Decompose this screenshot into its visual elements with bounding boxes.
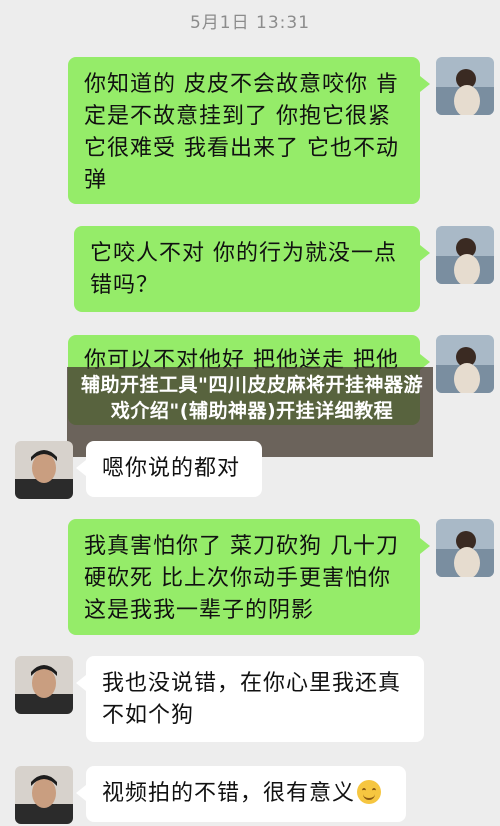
contact-avatar[interactable] (15, 656, 73, 714)
my-avatar[interactable] (436, 519, 494, 577)
smiling-face-icon (357, 780, 382, 804)
message-bubble-sent[interactable]: 你知道的 皮皮不会故意咬你 肯定是不故意挂到了 你抱它很紧 它很难受 我看出来了… (68, 57, 420, 204)
message-bubble-received[interactable]: 嗯你说的都对 (86, 441, 262, 497)
contact-avatar[interactable] (15, 766, 73, 824)
bubble-tail (420, 245, 430, 261)
message-text: 它咬人不对 你的行为就没一点错吗？ (90, 241, 397, 298)
message-text: 我也没说错，在你心里我还真不如个狗 (102, 671, 402, 728)
bubble-tail (76, 460, 86, 476)
overlay-title: 辅助开挂工具"四川皮皮麻将开挂神器游戏介绍"(辅助神器)开挂详细教程 (81, 374, 423, 422)
bubble-tail (420, 76, 430, 92)
my-avatar[interactable] (436, 226, 494, 284)
message-text: 视频拍的不错，很有意义 (102, 781, 356, 806)
my-avatar[interactable] (436, 57, 494, 115)
chat-timestamp: 5月1日 13:31 (189, 13, 311, 33)
message-bubble-received[interactable]: 视频拍的不错，很有意义 (86, 766, 406, 822)
my-avatar[interactable] (436, 335, 494, 393)
bubble-tail (420, 538, 430, 554)
message-text: 嗯你说的都对 (102, 456, 241, 481)
bubble-tail (76, 785, 86, 801)
contact-avatar[interactable] (15, 441, 73, 499)
bubble-tail (76, 675, 86, 691)
message-bubble-sent[interactable]: 我真害怕你了 菜刀砍狗 几十刀硬砍死 比上次你动手更害怕你这是我我一辈子的阴影 (68, 519, 420, 635)
message-bubble-sent[interactable]: 它咬人不对 你的行为就没一点错吗？ (74, 226, 420, 312)
message-bubble-received[interactable]: 我也没说错，在你心里我还真不如个狗 (86, 656, 424, 742)
message-text: 我真害怕你了 菜刀砍狗 几十刀硬砍死 比上次你动手更害怕你这是我我一辈子的阴影 (84, 534, 399, 623)
message-text: 你知道的 皮皮不会故意咬你 肯定是不故意挂到了 你抱它很紧 它很难受 我看出来了… (84, 72, 399, 193)
